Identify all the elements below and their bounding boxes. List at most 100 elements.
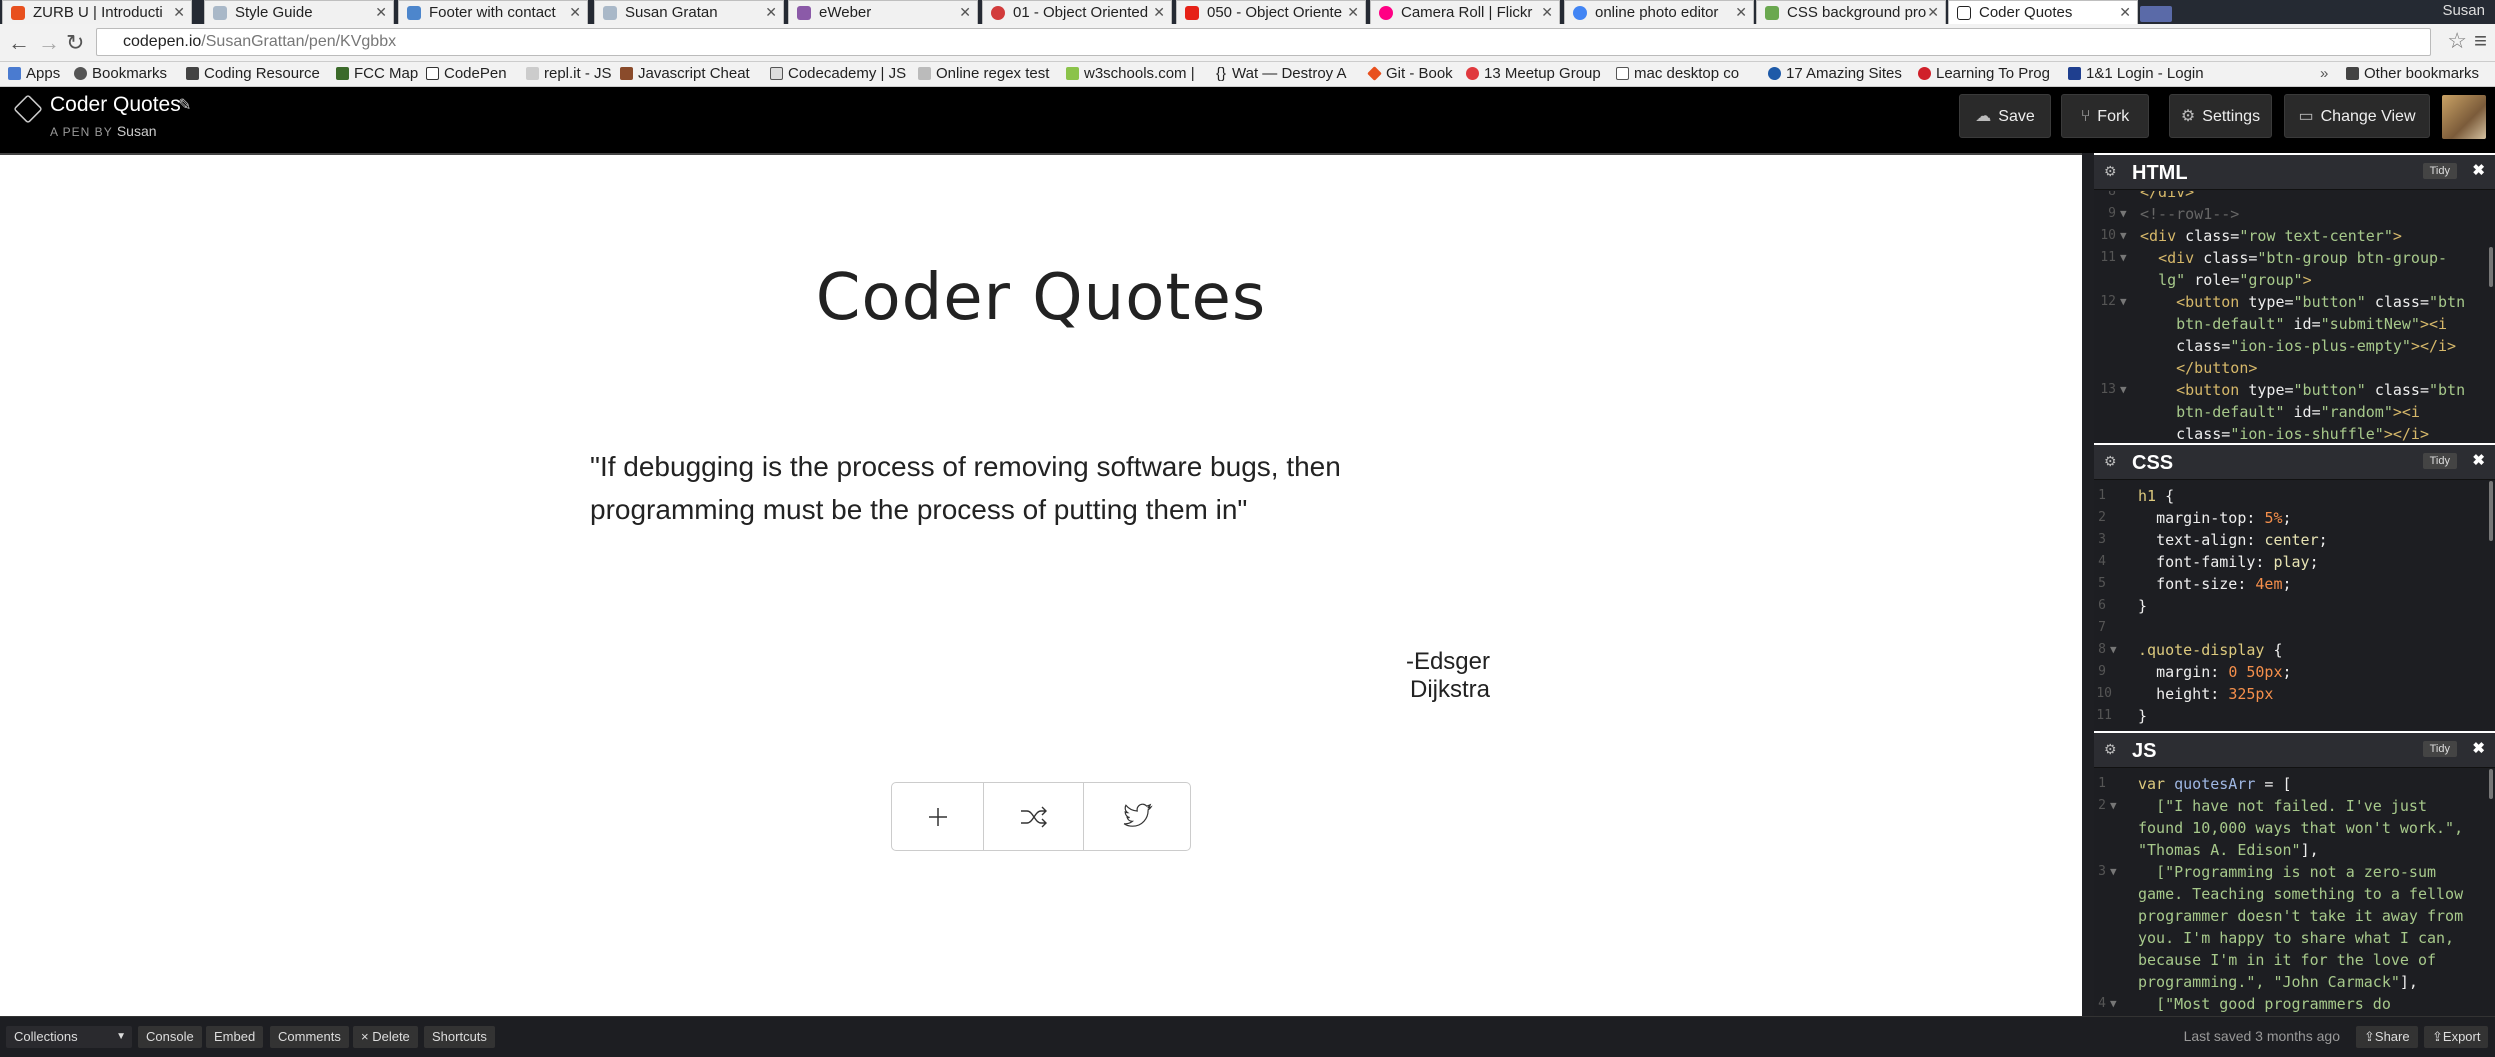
codepen-logo-icon[interactable] <box>13 94 43 124</box>
bookmark-item[interactable]: {} Wat — Destroy A <box>1216 62 1347 86</box>
pen-author-link[interactable]: Susan <box>117 123 157 139</box>
tweet-button[interactable] <box>1084 783 1190 850</box>
profile-name[interactable]: Susan <box>2442 2 2485 19</box>
js-scrollbar[interactable] <box>2489 769 2493 799</box>
pencil-icon[interactable]: ✎ <box>178 95 191 115</box>
browser-tab[interactable]: 050 - Object Oriente ✕ <box>1176 0 1366 24</box>
close-icon[interactable]: ✖ <box>2472 739 2485 757</box>
close-tab-icon[interactable]: ✕ <box>765 1 777 24</box>
browser-tab[interactable]: online photo editor ✕ <box>1564 0 1754 24</box>
share-button[interactable]: ⇪Share <box>2356 1026 2418 1048</box>
bookmark-apps[interactable]: Apps <box>8 62 60 86</box>
close-icon[interactable]: ✖ <box>2472 451 2485 469</box>
close-tab-icon[interactable]: ✕ <box>959 1 971 24</box>
tidy-button[interactable]: Tidy <box>2422 163 2457 179</box>
close-tab-icon[interactable]: ✕ <box>1927 1 1939 24</box>
bookmark-item[interactable]: FCC Map <box>336 62 418 86</box>
delete-button[interactable]: × Delete <box>353 1026 418 1048</box>
close-tab-icon[interactable]: ✕ <box>2119 1 2131 24</box>
html-panel-title: HTML <box>2132 162 2188 184</box>
gear-icon[interactable]: ⚙ <box>2104 741 2118 757</box>
bookmark-star-icon[interactable]: ☆ <box>2447 28 2467 54</box>
export-button[interactable]: ⇪Export <box>2424 1026 2489 1048</box>
browser-tab[interactable]: ZURB U | Introducti ✕ <box>2 0 192 24</box>
bookmark-item[interactable]: CodePen <box>426 62 507 86</box>
google-icon <box>1573 6 1587 20</box>
menu-icon[interactable]: ≡ <box>2474 28 2487 54</box>
favicon-icon <box>620 67 633 80</box>
bookmark-item[interactable]: 17 Amazing Sites <box>1768 62 1902 86</box>
browser-tab[interactable]: Susan Gratan ✕ <box>594 0 784 24</box>
fork-icon: ⑂ <box>2080 108 2091 125</box>
css-panel-header: ⚙ CSS Tidy ✖ <box>2094 445 2495 480</box>
pen-title[interactable]: Coder Quotes <box>50 93 181 117</box>
css-scrollbar[interactable] <box>2489 481 2493 541</box>
tidy-button[interactable]: Tidy <box>2422 453 2457 469</box>
bookmark-item[interactable]: Learning To Prog <box>1918 62 2050 86</box>
bookmark-item[interactable]: 1&1 Login - Login <box>2068 62 2204 86</box>
close-tab-icon[interactable]: ✕ <box>569 1 581 24</box>
browser-tab[interactable]: CSS background pro ✕ <box>1756 0 1946 24</box>
html-panel-header: ⚙ HTML Tidy ✖ <box>2094 155 2495 190</box>
bookmark-item[interactable]: 13 Meetup Group <box>1466 62 1601 86</box>
avatar[interactable] <box>2442 95 2486 139</box>
js-code-editor[interactable]: 1 var quotesArr = [ 2 ▼ ["I have not faile… <box>2094 769 2495 1016</box>
close-tab-icon[interactable]: ✕ <box>1153 1 1165 24</box>
change-view-button[interactable]: ▭ Change View <box>2284 94 2430 138</box>
url-input[interactable]: codepen.io/SusanGrattan/pen/KVgbbx <box>96 28 2431 56</box>
new-tab-button[interactable] <box>2140 6 2172 22</box>
console-button[interactable]: Console <box>138 1026 202 1048</box>
bookmark-folder[interactable]: Coding Resource <box>186 62 320 86</box>
flickr-icon <box>1379 6 1393 20</box>
pane-resize-handle[interactable] <box>2082 153 2094 1016</box>
browser-tab[interactable]: Style Guide ✕ <box>204 0 394 24</box>
back-arrow-icon[interactable]: ← <box>8 30 30 56</box>
close-icon[interactable]: ✖ <box>2472 161 2485 179</box>
bookmark-item[interactable]: w3schools.com | <box>1066 62 1195 86</box>
random-quote-button[interactable] <box>984 783 1084 850</box>
close-tab-icon[interactable]: ✕ <box>375 1 387 24</box>
save-button[interactable]: ☁ Save <box>1959 94 2051 138</box>
quote-button-group <box>891 782 1191 851</box>
embed-button[interactable]: Embed <box>206 1026 264 1048</box>
browser-tab[interactable]: Footer with contact ✕ <box>398 0 588 24</box>
html-scrollbar[interactable] <box>2489 247 2493 287</box>
bookmarks-overflow-icon[interactable]: » <box>2320 62 2328 86</box>
favicon-icon <box>526 67 539 80</box>
gear-icon[interactable]: ⚙ <box>2104 453 2118 469</box>
bookmark-item[interactable]: repl.it - JS <box>526 62 612 86</box>
tidy-button[interactable]: Tidy <box>2422 741 2457 757</box>
bookmark-item[interactable]: Bookmarks <box>74 62 167 86</box>
close-tab-icon[interactable]: ✕ <box>1347 1 1359 24</box>
collections-dropdown[interactable]: Collections ▼ <box>6 1026 132 1048</box>
comments-button[interactable]: Comments <box>270 1026 349 1048</box>
browser-tab[interactable]: 01 - Object Oriented ✕ <box>982 0 1172 24</box>
close-tab-icon[interactable]: ✕ <box>1541 1 1553 24</box>
favicon-icon <box>336 67 349 80</box>
youtube-icon <box>1185 6 1199 20</box>
favicon-icon <box>2068 67 2081 80</box>
favicon-icon <box>770 67 783 80</box>
layout-icon: ▭ <box>2298 108 2314 125</box>
forward-arrow-icon[interactable]: → <box>38 30 60 56</box>
bookmark-item[interactable]: Codecademy | JS <box>770 62 906 86</box>
css-code-editor[interactable]: 1 h1 { 2 margin-top: 5%; 3 text-align: ce… <box>2094 481 2495 731</box>
browser-tab[interactable]: Camera Roll | Flickr ✕ <box>1370 0 1560 24</box>
close-tab-icon[interactable]: ✕ <box>1735 1 1747 24</box>
browser-tab[interactable]: eWeber ✕ <box>788 0 978 24</box>
gear-icon[interactable]: ⚙ <box>2104 163 2118 179</box>
bookmark-item[interactable]: Online regex test <box>918 62 1049 86</box>
reload-icon[interactable]: ↻ <box>66 30 84 56</box>
bookmark-item[interactable]: mac desktop co <box>1616 62 1739 86</box>
other-bookmarks[interactable]: Other bookmarks <box>2346 62 2479 86</box>
html-code-editor[interactable]: 8 </div> 9 ▼ <!--row1--> 10 ▼ <div class="row… <box>2094 191 2495 443</box>
browser-tab-active[interactable]: Coder Quotes ✕ <box>1948 0 2138 24</box>
add-quote-button[interactable] <box>892 783 984 850</box>
bookmark-item[interactable]: Javascript Cheat <box>620 62 750 86</box>
bookmark-item[interactable]: Git - Book <box>1367 62 1453 86</box>
favicon-icon <box>1765 6 1779 20</box>
fork-button[interactable]: ⑂ Fork <box>2061 94 2149 138</box>
shortcuts-button[interactable]: Shortcuts <box>424 1026 495 1048</box>
settings-button[interactable]: ⚙ Settings <box>2169 94 2272 138</box>
close-tab-icon[interactable]: ✕ <box>173 1 185 24</box>
